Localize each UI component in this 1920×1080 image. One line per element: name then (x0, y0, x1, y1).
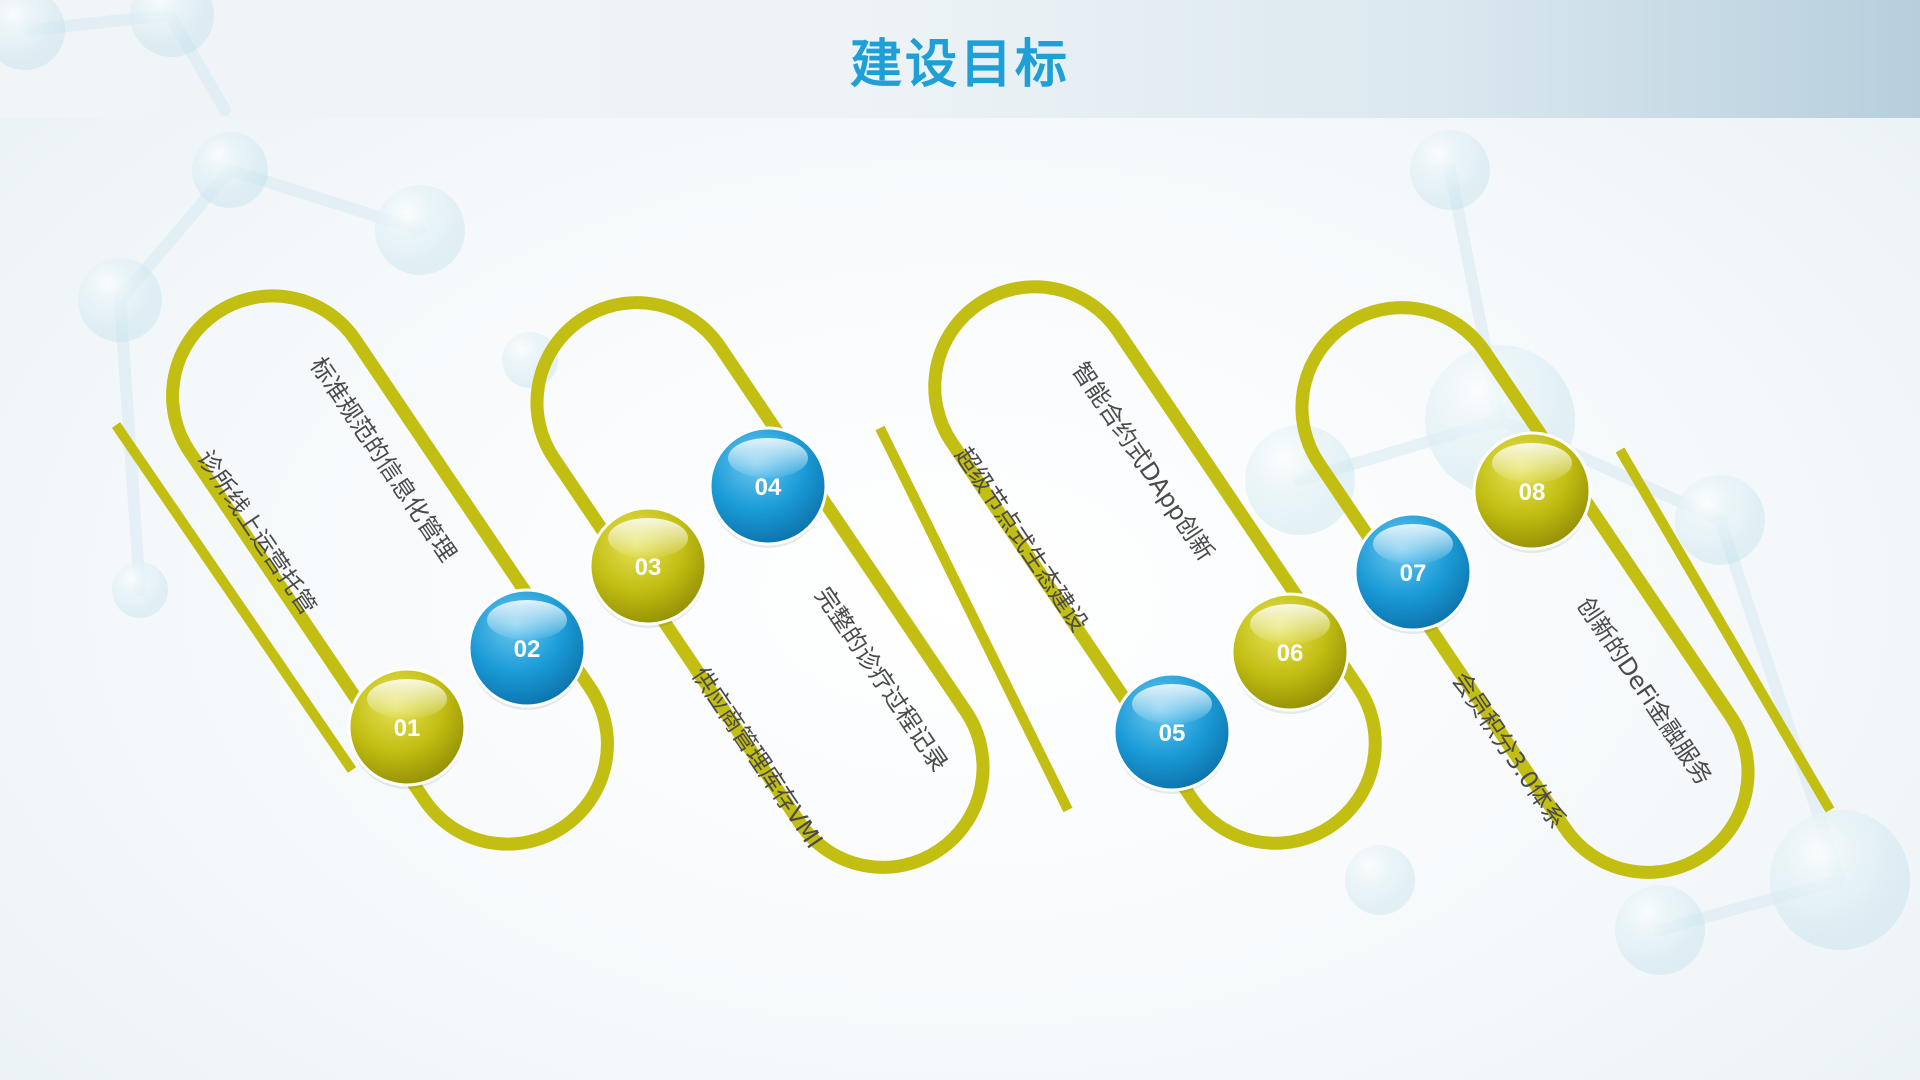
ball-gloss (728, 438, 808, 478)
goals-diagram: 01 02 03 04 05 06 07 08 (0, 0, 1910, 975)
ball-gloss (1132, 684, 1212, 724)
step-number: 05 (1159, 720, 1186, 747)
ball-gloss (1373, 524, 1453, 564)
ball-gloss (1492, 443, 1572, 483)
ball-gloss (367, 679, 447, 719)
step-number: 03 (635, 554, 662, 581)
step-ball-04: 04 (708, 426, 828, 548)
step-number: 01 (394, 715, 421, 742)
step-number: 08 (1519, 479, 1546, 506)
ball-gloss (487, 600, 567, 640)
step-ball-02: 02 (467, 588, 587, 710)
step-ball-05: 05 (1112, 672, 1232, 794)
step-number: 06 (1277, 640, 1304, 667)
step-ball-06: 06 (1230, 592, 1350, 714)
step-ball-01: 01 (347, 667, 467, 789)
ball-gloss (1250, 604, 1330, 644)
step-number: 04 (755, 474, 782, 501)
step-ball-08: 08 (1472, 431, 1592, 553)
step-number: 07 (1400, 560, 1427, 587)
ball-gloss (608, 518, 688, 558)
step-ball-07: 07 (1353, 512, 1473, 634)
step-number: 02 (514, 636, 541, 663)
step-ball-03: 03 (588, 506, 708, 628)
